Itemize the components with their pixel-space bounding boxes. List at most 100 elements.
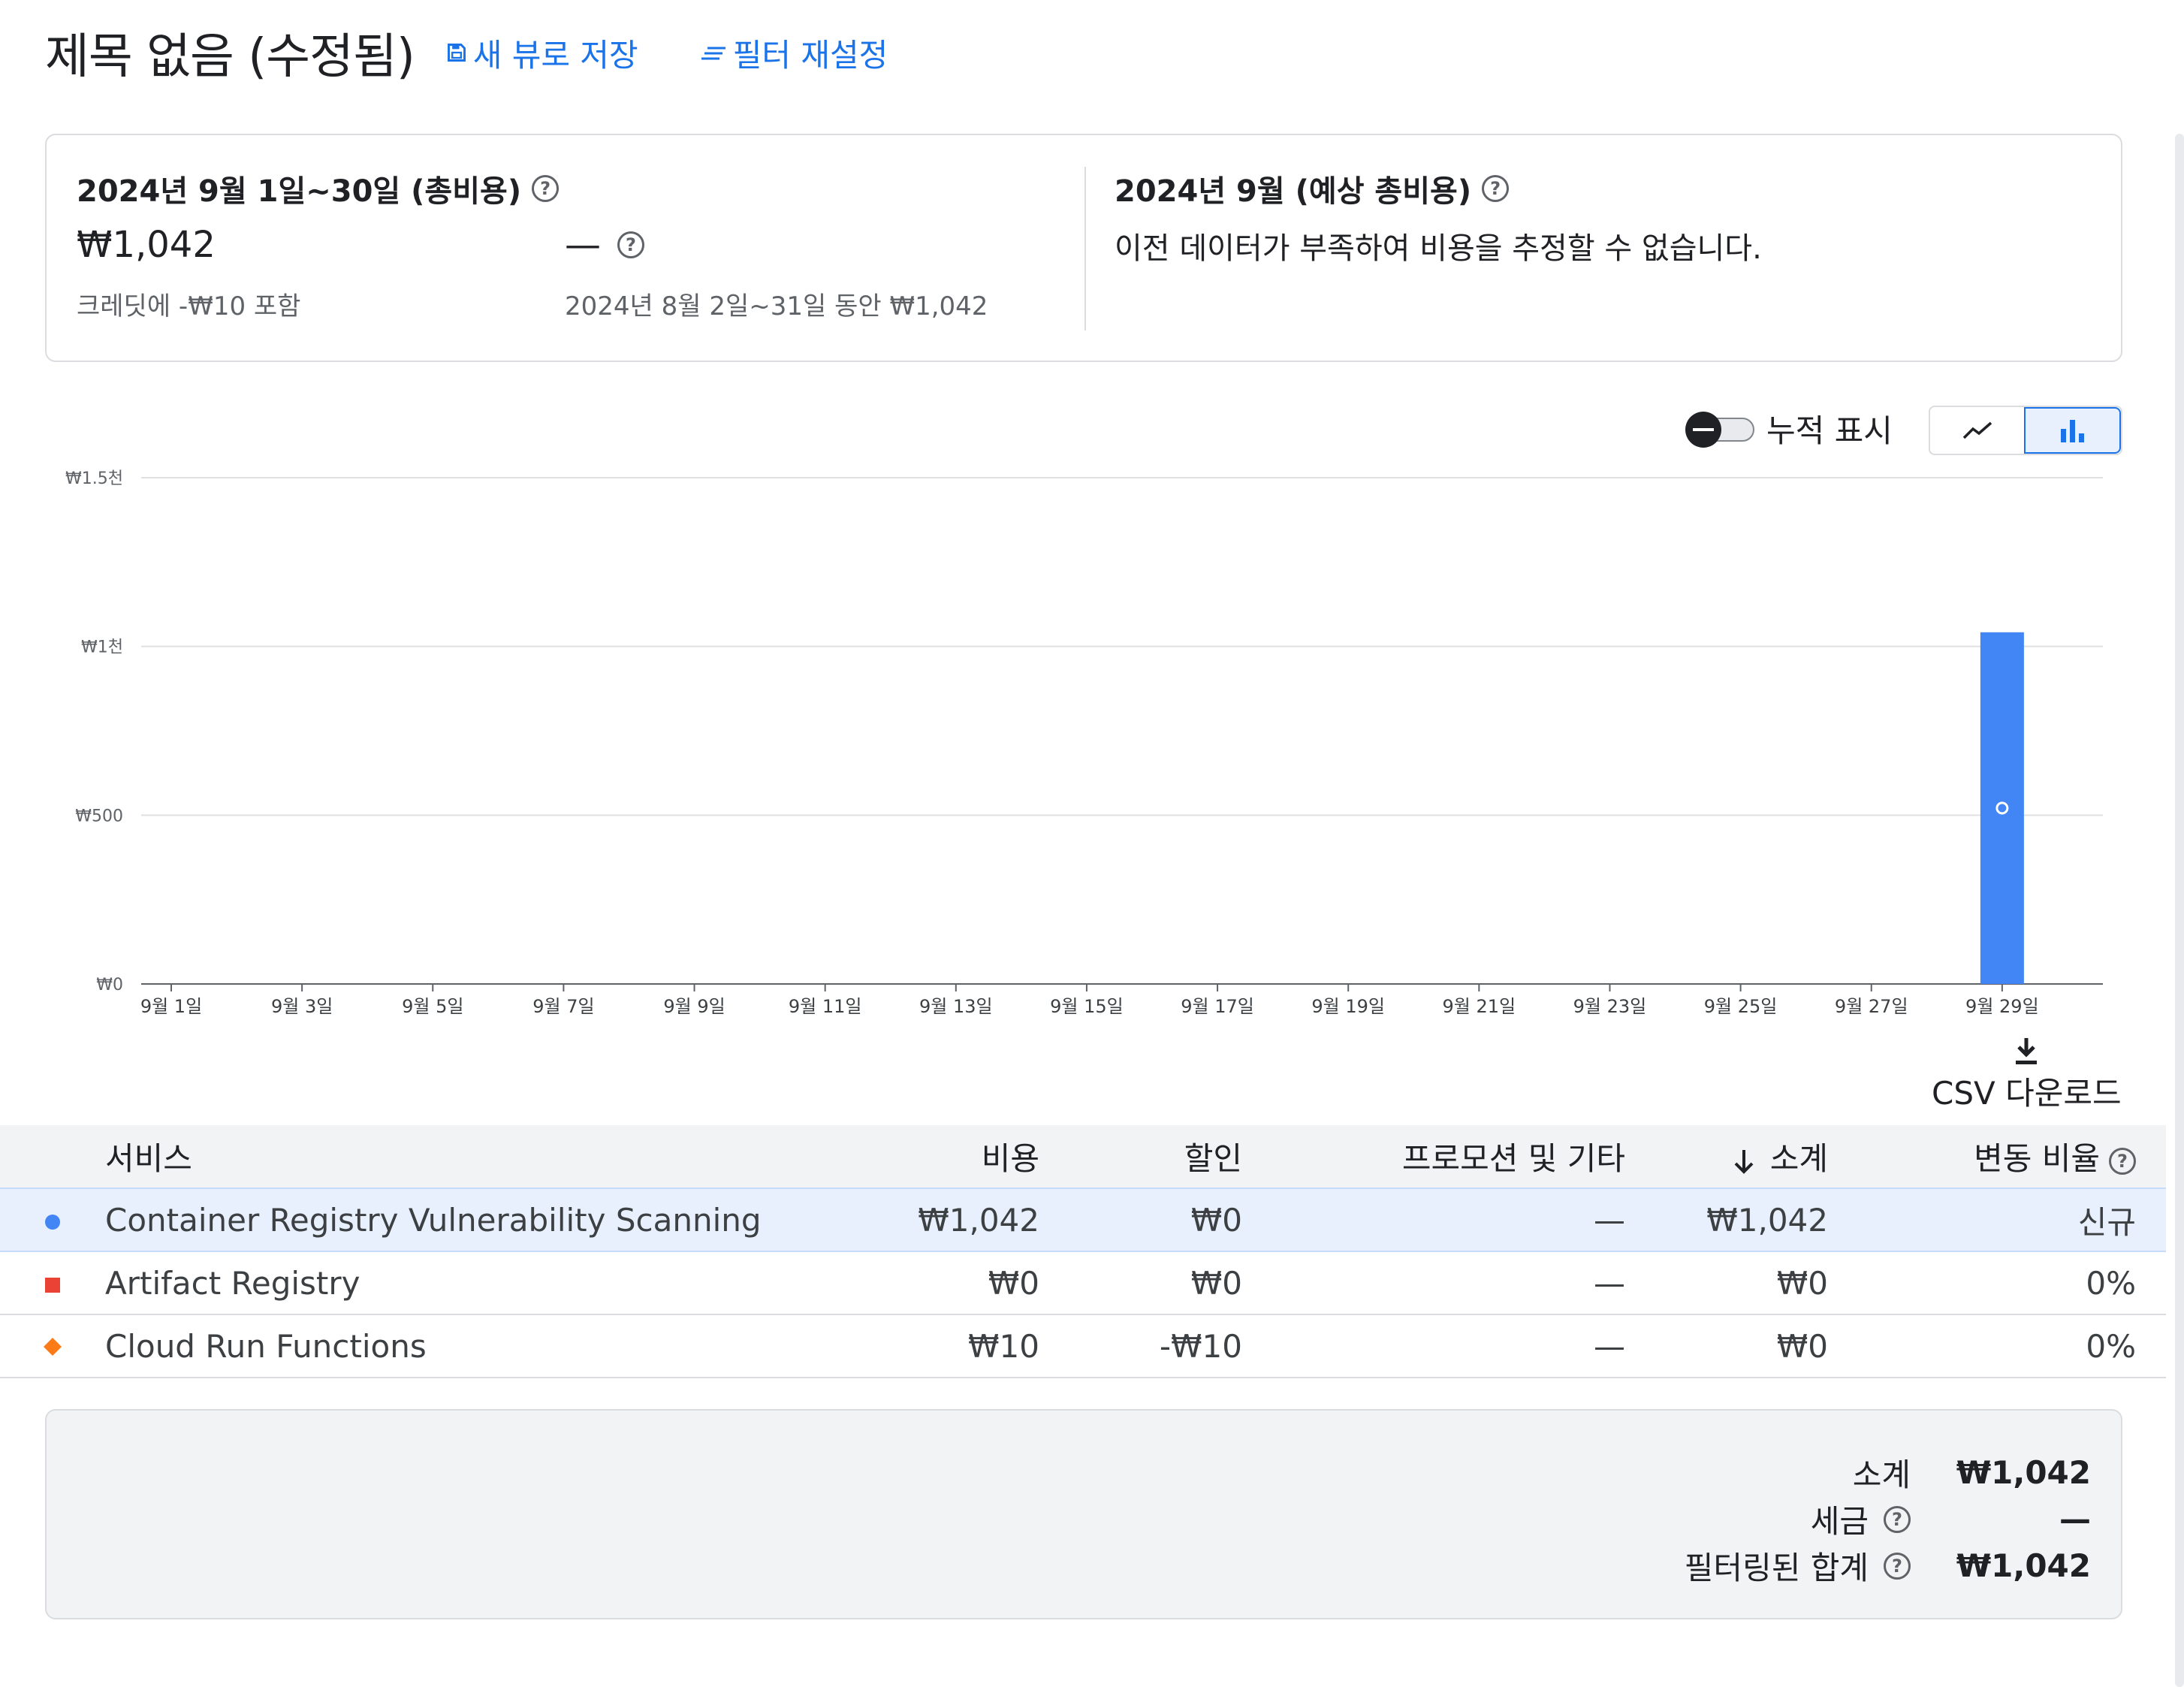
services-table: 서비스 비용 할인 프로모션 및 기타 소계 변동 비율? Container …: [0, 1125, 2166, 1378]
summary-divider: [1084, 167, 1086, 330]
service-header[interactable]: 서비스: [105, 1125, 859, 1188]
subtotal-header[interactable]: 소계: [1625, 1125, 1828, 1188]
table-row[interactable]: Artifact Registry ₩0 ₩0 — ₩0 0%: [0, 1251, 2166, 1315]
subtotal-row: 소계 ₩1,042: [1853, 1450, 2091, 1495]
forecast-message: 이전 데이터가 부족하여 비용을 추정할 수 없습니다.: [1115, 231, 1762, 266]
change-cell: 0%: [1828, 1314, 2166, 1378]
cost-summary-card: 2024년 9월 1일~30일 (총비용) ? ₩1,042 크레딧에 -₩10…: [45, 134, 2122, 362]
x-tick-label: 9월 21일: [1443, 996, 1516, 1017]
totals-panel: 소계 ₩1,042 세금? — 필터링된 합계? ₩1,042: [45, 1409, 2122, 1619]
cost-cell: ₩0: [859, 1251, 1039, 1315]
change-header-label: 변동 비율: [1974, 1140, 2100, 1177]
csv-download-label: CSV 다운로드: [1932, 1075, 2122, 1112]
sort-down-icon: [1734, 1149, 1754, 1174]
reset-filter-label: 필터 재설정: [732, 36, 888, 74]
x-tick-label: 9월 7일: [532, 996, 594, 1017]
help-icon[interactable]: ?: [532, 175, 560, 202]
total-cost-heading-text: 2024년 9월 1일~30일 (총비용): [77, 174, 522, 209]
cost-cell: ₩10: [859, 1314, 1039, 1378]
change-cell: 신규: [1828, 1188, 2166, 1252]
filtered-total-label: 필터링된 합계?: [1685, 1543, 1911, 1589]
total-cost-amount: ₩1,042: [77, 224, 216, 266]
change-cell: 0%: [1828, 1251, 2166, 1315]
filtered-total-label-text: 필터링된 합계: [1684, 1550, 1869, 1586]
credit-note: 크레딧에 -₩10 포함: [77, 291, 301, 321]
line-chart-button[interactable]: [1930, 407, 2024, 454]
service-name: Container Registry Vulnerability Scannin…: [105, 1188, 859, 1252]
total-cost-heading: 2024년 9월 1일~30일 (총비용) ?: [77, 167, 560, 210]
y-tick-label: ₩500: [75, 807, 123, 825]
subtotal-header-label: 소계: [1769, 1140, 1828, 1177]
tax-row: 세금? —: [1811, 1496, 2091, 1542]
filter-lines-icon: [701, 47, 725, 60]
csv-download-button[interactable]: CSV 다운로드: [1932, 1037, 2122, 1114]
x-tick-label: 9월 1일: [140, 996, 202, 1017]
y-tick-label: ₩0: [96, 976, 123, 994]
x-tick-label: 9월 27일: [1835, 996, 1908, 1017]
tax-label: 세금?: [1811, 1496, 1911, 1542]
x-tick-label: 9월 13일: [919, 996, 993, 1017]
save-view-label: 새 뷰로 저장: [472, 36, 638, 74]
x-tick-label: 9월 23일: [1573, 996, 1647, 1017]
toggle-switch[interactable]: [1685, 411, 1754, 448]
circle-marker-icon: [45, 1214, 60, 1230]
discount-cell: ₩0: [1039, 1188, 1242, 1252]
x-tick-label: 9월 3일: [271, 996, 333, 1017]
help-icon[interactable]: ?: [2109, 1147, 2136, 1175]
tax-value: —: [2059, 1501, 2091, 1538]
cost-cell: ₩1,042: [859, 1188, 1039, 1252]
help-icon[interactable]: ?: [1884, 1552, 1911, 1580]
subtotal-cell: ₩1,042: [1625, 1188, 1828, 1252]
subtotal-cell: ₩0: [1625, 1251, 1828, 1315]
cost-bar-chart: ₩0 ₩500 ₩1천 ₩1.5천 9월 1일 9월 3일 9월 5일 9월 7일 9월 9일 9…: [65, 469, 2103, 1017]
help-icon[interactable]: ?: [1482, 175, 1510, 202]
series-marker: [0, 1314, 105, 1378]
y-tick-label: ₩1천: [81, 638, 123, 657]
page-title: 제목 없음 (수정됨): [45, 29, 415, 85]
table-header-row: 서비스 비용 할인 프로모션 및 기타 소계 변동 비율?: [0, 1125, 2166, 1188]
tax-label-text: 세금: [1810, 1503, 1869, 1540]
forecast-heading: 2024년 9월 (예상 총비용) ?: [1115, 167, 1510, 210]
y-tick-label: ₩1.5천: [65, 469, 123, 488]
chart-type-selector: [1929, 406, 2122, 455]
promo-cell: —: [1242, 1314, 1625, 1378]
promo-header[interactable]: 프로모션 및 기타: [1242, 1125, 1625, 1188]
filtered-total-row: 필터링된 합계? ₩1,042: [1685, 1543, 2091, 1589]
line-chart-icon: [1962, 421, 1992, 439]
series-marker: [0, 1188, 105, 1252]
save-view-button[interactable]: 새 뷰로 저장: [446, 30, 638, 76]
x-tick-label: 9월 9일: [663, 996, 725, 1017]
x-tick-label: 9월 25일: [1704, 996, 1778, 1017]
subtotal-label: 소계: [1852, 1456, 1911, 1493]
help-icon[interactable]: ?: [617, 231, 644, 258]
change-header[interactable]: 변동 비율?: [1828, 1125, 2166, 1188]
x-tick-label: 9월 29일: [1965, 996, 2039, 1017]
diamond-marker-icon: [44, 1337, 62, 1356]
service-name: Artifact Registry: [105, 1251, 859, 1315]
table-row[interactable]: Container Registry Vulnerability Scannin…: [0, 1188, 2166, 1252]
discount-cell: ₩0: [1039, 1251, 1242, 1315]
x-tick-label: 9월 17일: [1181, 996, 1254, 1017]
help-icon[interactable]: ?: [1884, 1505, 1911, 1533]
x-tick-label: 9월 19일: [1311, 996, 1385, 1017]
discount-cell: -₩10: [1039, 1314, 1242, 1378]
service-name: Cloud Run Functions: [105, 1314, 859, 1378]
bar: [1980, 632, 2024, 984]
table-row[interactable]: Cloud Run Functions ₩10 -₩10 — ₩0 0%: [0, 1314, 2166, 1378]
cumulative-label: 누적 표시: [1766, 412, 1893, 449]
x-tick-label: 9월 5일: [402, 996, 463, 1017]
vertical-scrollbar[interactable]: [2175, 134, 2184, 1687]
promo-cell: —: [1242, 1251, 1625, 1315]
cost-header[interactable]: 비용: [859, 1125, 1039, 1188]
forecast-heading-text: 2024년 9월 (예상 총비용): [1115, 174, 1472, 209]
bar-chart-button[interactable]: [2024, 407, 2121, 454]
page-header: 제목 없음 (수정됨) 새 뷰로 저장 필터 재설정: [45, 23, 888, 85]
square-marker-icon: [45, 1277, 60, 1293]
cumulative-toggle[interactable]: 누적 표시: [1685, 406, 1893, 451]
cost-change: — ?: [565, 224, 644, 266]
discount-header[interactable]: 할인: [1039, 1125, 1242, 1188]
promo-cell: —: [1242, 1188, 1625, 1252]
filtered-total-value: ₩1,042: [1956, 1547, 2091, 1584]
download-icon: [2016, 1038, 2038, 1064]
reset-filter-button[interactable]: 필터 재설정: [701, 30, 888, 76]
